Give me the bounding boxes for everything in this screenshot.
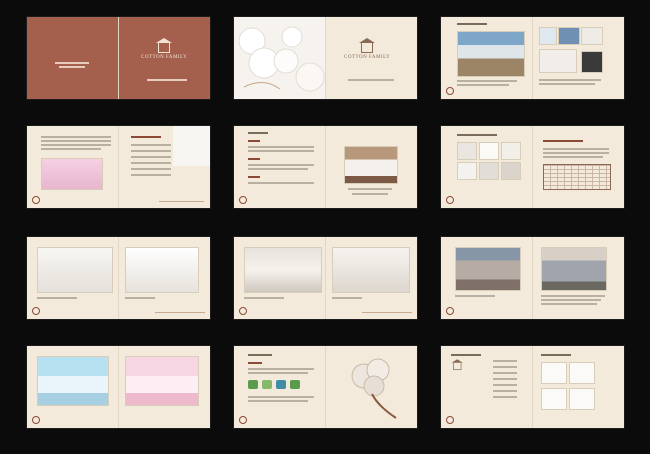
certification-badge-icon	[276, 380, 286, 389]
process-flow-page	[441, 346, 533, 428]
pillow-photo	[332, 247, 410, 293]
comfort-text-page	[27, 126, 119, 208]
brand-logo: COTTON FAMILY	[141, 38, 188, 60]
spread-specs	[441, 126, 624, 208]
quilt-photo-1	[37, 247, 113, 293]
footer-logo-icon	[446, 196, 454, 204]
cotton-photo-page	[234, 17, 326, 99]
footer-logo-icon	[239, 196, 247, 204]
footer-logo-icon	[32, 307, 40, 315]
footer-logo-icon	[446, 307, 454, 315]
footer-logo-icon	[446, 87, 454, 95]
house-logo-icon	[359, 38, 376, 53]
front-cover-page: COTTON FAMILY	[119, 17, 210, 99]
product-intro-page	[234, 126, 326, 208]
spec-table-page	[533, 126, 624, 208]
certification-page	[234, 346, 326, 428]
brand-name-small: COTTON FAMILY	[344, 55, 391, 60]
brand-name: COTTON FAMILY	[141, 55, 188, 60]
cotton-field-photo	[457, 31, 525, 77]
spread-comfort	[27, 126, 210, 208]
fiber-samples-page	[441, 126, 533, 208]
kids-blue-page	[27, 346, 119, 428]
contents-page	[119, 126, 210, 208]
brand-logo-small: COTTON FAMILY	[344, 38, 391, 60]
spread-quilts	[27, 237, 210, 319]
spread-cover: COTTON FAMILY	[27, 17, 210, 99]
house-logo-icon	[156, 38, 173, 53]
pillow-page	[326, 237, 417, 319]
bedding-set-photo-2	[541, 247, 607, 291]
footer-logo-icon	[446, 416, 454, 424]
spread-bedding-sets	[441, 237, 624, 319]
footer-logo-icon	[32, 196, 40, 204]
bedding-set-page-2	[533, 237, 624, 319]
certificates-page	[533, 346, 624, 428]
kids-pink-page	[119, 346, 210, 428]
spread-product-intro	[234, 126, 417, 208]
bedding-set-photo-1	[455, 247, 521, 291]
quilt-page-1	[27, 237, 119, 319]
sleeping-woman-photo	[41, 158, 103, 190]
spread-kids	[27, 346, 210, 428]
spread-certification	[234, 346, 417, 428]
brand-logo-tiny	[451, 359, 463, 370]
certification-badge-icon	[262, 380, 272, 389]
quilt-photo-2	[125, 247, 199, 293]
spread-mattress	[234, 237, 417, 319]
house-logo-icon	[451, 359, 463, 370]
bedroom-photo-page	[326, 126, 417, 208]
certification-badge-icon	[248, 380, 258, 389]
spread-back	[441, 346, 624, 428]
cotton-field-page	[441, 17, 533, 99]
bed-photo	[344, 146, 398, 184]
cotton-flower-page	[326, 346, 417, 428]
back-cover-page	[27, 17, 119, 99]
mattress-photo	[244, 247, 322, 293]
footer-logo-icon	[32, 416, 40, 424]
kids-blue-bed-photo	[37, 356, 109, 406]
spread-intro: COTTON FAMILY	[234, 17, 417, 99]
kids-pink-bed-photo	[125, 356, 199, 406]
footer-logo-icon	[239, 416, 247, 424]
footer-logo-icon	[239, 307, 247, 315]
cotton-boll-icon	[234, 17, 325, 99]
intro-logo-page: COTTON FAMILY	[326, 17, 417, 99]
spread-cotton-field	[441, 17, 624, 99]
certification-badge-icon	[290, 380, 300, 389]
mattress-page	[234, 237, 326, 319]
cotton-detail-page	[533, 17, 624, 99]
bedding-set-page-1	[441, 237, 533, 319]
quilt-page-2	[119, 237, 210, 319]
spec-table	[543, 164, 611, 190]
cotton-boll-icon	[351, 358, 397, 419]
